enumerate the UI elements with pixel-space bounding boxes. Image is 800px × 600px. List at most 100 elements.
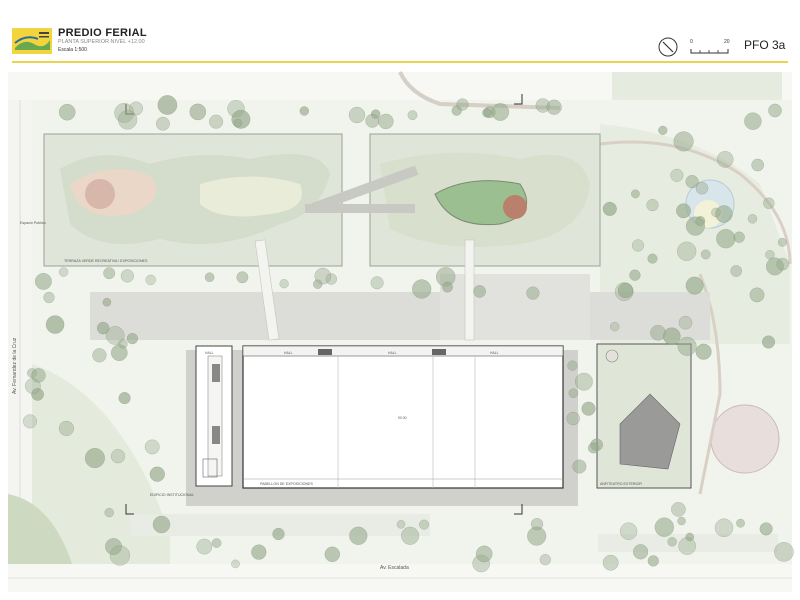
tree-canopy	[45, 315, 65, 334]
tree-canopy	[126, 333, 138, 345]
tree-canopy	[647, 253, 658, 264]
tree-canopy	[102, 297, 112, 307]
roof-terrace-east	[369, 133, 601, 267]
tree-canopy	[588, 442, 599, 454]
tree-canopy	[716, 151, 734, 168]
roof-terrace-west	[43, 133, 343, 267]
amphitheater-label: ANFITEATRO EXTERIOR	[600, 482, 642, 486]
tree-canopy	[58, 103, 76, 121]
tree-canopy	[539, 554, 551, 566]
tree-canopy	[109, 545, 130, 566]
tree-canopy	[631, 189, 640, 199]
tree-canopy	[685, 276, 704, 295]
tree-canopy	[678, 315, 693, 330]
tree-canopy	[747, 214, 758, 224]
tree-canopy	[149, 466, 165, 482]
tree-canopy	[763, 197, 775, 209]
circular-plaza	[710, 404, 780, 474]
tree-canopy	[324, 546, 340, 562]
tree-canopy	[348, 106, 366, 124]
tree-canopy	[602, 201, 617, 216]
tree-canopy	[58, 420, 75, 437]
tree-canopy	[670, 168, 684, 182]
tree-canopy	[442, 281, 453, 293]
tree-canopy	[96, 321, 110, 335]
tree-canopy	[236, 271, 249, 284]
tree-canopy	[209, 114, 224, 129]
tree-canopy	[110, 449, 126, 464]
tree-canopy	[654, 517, 674, 537]
institutional-label: EDIFICIO INSTITUCIONAL	[150, 493, 194, 497]
tree-canopy	[157, 95, 178, 115]
tree-canopy	[677, 516, 686, 526]
tree-canopy	[401, 526, 420, 545]
tree-canopy	[233, 118, 243, 128]
tree-canopy	[211, 538, 222, 548]
tree-canopy	[776, 257, 789, 271]
tree-canopy	[602, 554, 619, 571]
tree-canopy	[762, 335, 776, 349]
bottom-avenue-label: Av. Escalada	[380, 565, 409, 571]
tree-canopy	[730, 265, 743, 277]
tree-canopy	[733, 231, 745, 243]
tree-canopy	[370, 276, 384, 290]
tree-canopy	[378, 113, 394, 130]
header-divider	[12, 61, 788, 63]
tree-canopy	[196, 538, 213, 555]
tree-canopy	[31, 368, 46, 383]
plan-sheet: PREDIO FERIAL PLANTA SUPERIOR NIVEL +12.…	[0, 0, 800, 600]
tree-canopy	[58, 267, 69, 277]
tree-canopy	[546, 99, 562, 115]
tree-canopy	[716, 229, 736, 249]
north-arrow-icon	[658, 37, 678, 57]
drawing-title: PREDIO FERIAL	[58, 27, 147, 39]
tree-canopy	[482, 108, 492, 118]
tree-canopy	[120, 269, 135, 283]
ramp-east	[464, 239, 475, 341]
site-plan: Av. Fernandez de la Cruz TERRAZA VERDE R…	[0, 64, 800, 600]
tree-canopy	[632, 544, 649, 560]
hall-label-4: HALL	[205, 351, 214, 355]
hall-label-1: HALL	[284, 351, 293, 355]
tree-canopy	[646, 199, 659, 212]
pavilion-label: PABELLON DE EXPOSICIONES	[260, 482, 313, 486]
tree-canopy	[407, 110, 418, 121]
scalebar-start-label: 0	[690, 39, 693, 45]
tree-canopy	[663, 327, 681, 345]
hall-label-3: HALL	[490, 351, 499, 355]
drawing-subtitle: PLANTA SUPERIOR NIVEL +12.00	[58, 39, 145, 45]
tree-canopy	[658, 125, 668, 135]
tree-canopy	[631, 239, 645, 252]
tree-canopy	[647, 555, 659, 567]
tree-canopy	[84, 448, 105, 469]
tree-canopy	[749, 287, 765, 303]
scale-label: Escala 1:500	[58, 47, 87, 53]
tree-canopy	[677, 336, 697, 356]
tree-canopy	[530, 518, 544, 531]
tree-canopy	[572, 459, 587, 474]
tree-canopy	[456, 98, 469, 111]
tree-canopy	[313, 279, 323, 289]
tree-canopy	[695, 343, 712, 360]
tree-canopy	[677, 241, 697, 261]
tree-canopy	[673, 131, 694, 152]
tree-canopy	[610, 321, 620, 332]
tree-canopy	[349, 526, 368, 545]
tree-canopy	[144, 439, 160, 455]
tree-canopy	[768, 103, 782, 118]
tree-canopy	[575, 372, 593, 391]
tree-canopy	[491, 103, 510, 121]
tree-canopy	[155, 116, 170, 131]
hall-label-2: HALL	[388, 351, 397, 355]
tree-canopy	[152, 515, 171, 534]
tree-canopy	[777, 237, 787, 247]
tree-canopy	[279, 279, 289, 289]
tree-canopy	[711, 207, 721, 218]
tree-canopy	[103, 267, 116, 280]
tree-canopy	[419, 519, 430, 530]
tree-canopy	[117, 110, 138, 130]
tree-canopy	[736, 518, 745, 528]
tree-canopy	[251, 544, 267, 560]
bridge-lower	[305, 204, 415, 213]
scalebar-end-label: 20	[724, 39, 730, 45]
